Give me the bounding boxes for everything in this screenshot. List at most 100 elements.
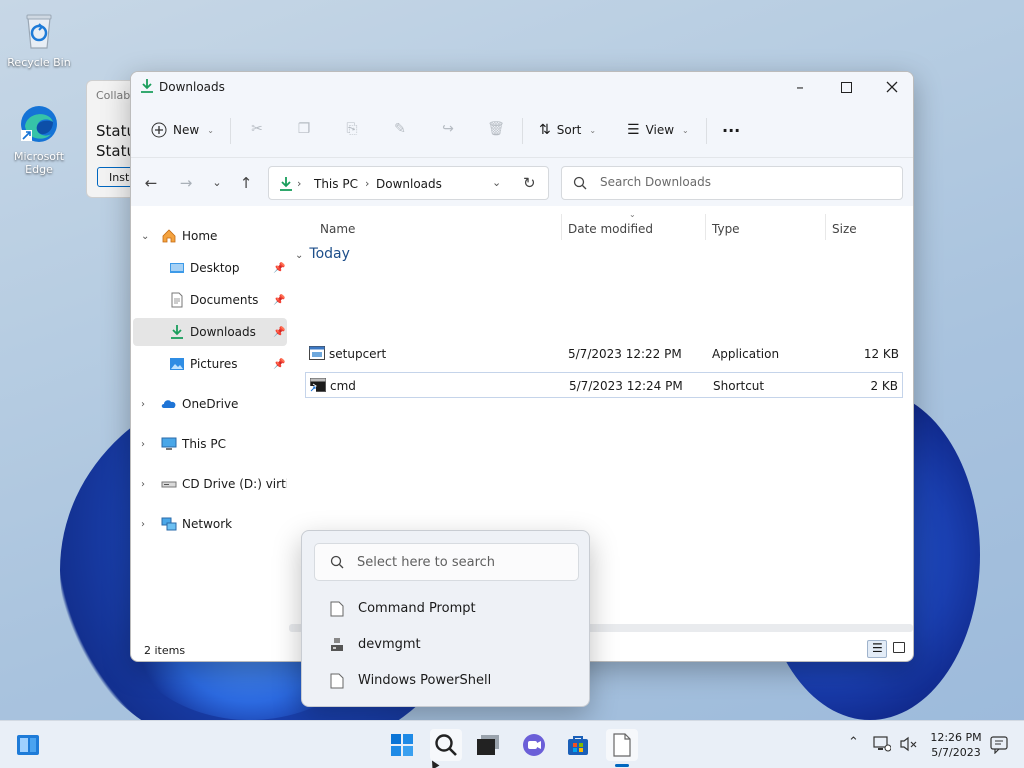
popup-item-powershell[interactable]: Windows PowerShell: [314, 664, 579, 698]
nav-item-home[interactable]: ⌄ Home: [133, 222, 287, 250]
pin-icon[interactable]: 📌: [273, 359, 285, 370]
address-history-chevron[interactable]: ⌄: [492, 176, 501, 189]
search-box[interactable]: [561, 166, 903, 200]
search-taskbar-button[interactable]: [430, 729, 462, 761]
breadcrumb-separator: ›: [297, 177, 302, 190]
file-date: 5/7/2023 12:24 PM: [569, 379, 683, 393]
column-header-name[interactable]: Name: [320, 222, 355, 236]
breadcrumb-this-pc[interactable]: This PC: [314, 177, 358, 191]
chat-button[interactable]: [518, 729, 550, 761]
search-input[interactable]: [600, 175, 890, 189]
back-button[interactable]: ←: [140, 172, 162, 194]
desktop-icon-edge[interactable]: Microsoft Edge: [3, 104, 75, 176]
copy-icon[interactable]: ❐: [295, 121, 313, 139]
nav-item-network[interactable]: › Network: [133, 510, 287, 538]
nav-item-documents[interactable]: Documents 📌: [133, 286, 287, 314]
start-button[interactable]: [386, 729, 418, 761]
popup-search-box[interactable]: [314, 543, 579, 581]
table-row[interactable]: cmd 5/7/2023 12:24 PM Shortcut 2 KB: [305, 372, 903, 398]
share-icon[interactable]: ↪: [439, 121, 457, 139]
column-divider[interactable]: [561, 214, 562, 240]
nav-label: Documents: [190, 293, 259, 307]
maximize-button[interactable]: [823, 72, 869, 102]
pictures-icon: [170, 358, 184, 370]
rename-icon[interactable]: ✎: [391, 121, 409, 139]
volume-tray-icon[interactable]: [900, 736, 918, 756]
popup-search-input[interactable]: [357, 555, 567, 570]
forward-button[interactable]: →: [175, 172, 197, 194]
breadcrumb-downloads[interactable]: Downloads: [376, 177, 442, 191]
column-divider[interactable]: [825, 214, 826, 240]
pin-icon[interactable]: 📌: [273, 327, 285, 338]
delete-icon[interactable]: 🗑: [487, 121, 505, 139]
cd-drive-icon: [161, 481, 177, 488]
background-window-title: Collab: [96, 89, 131, 102]
navigation-pane: ⌄ Home Desktop 📌 Documents 📌 Downloads 📌…: [131, 206, 289, 636]
arrow-up-icon: ↑: [239, 174, 253, 192]
address-bar[interactable]: › This PC › Downloads ⌄ ↻: [268, 166, 549, 200]
windows-logo-icon: [391, 734, 413, 756]
notifications-button[interactable]: [990, 736, 1008, 758]
sort-button[interactable]: ⇅ Sort ⌄: [539, 116, 596, 144]
show-hidden-icons-button[interactable]: ⌃: [848, 735, 859, 750]
column-header-type[interactable]: Type: [712, 222, 740, 236]
sort-indicator-icon: ⌄: [629, 210, 636, 219]
up-button[interactable]: ↑: [235, 172, 257, 194]
new-button[interactable]: New ⌄: [151, 116, 214, 144]
minimize-icon: –: [796, 78, 804, 96]
nav-item-desktop[interactable]: Desktop 📌: [133, 254, 287, 282]
cut-icon[interactable]: ✂: [248, 121, 266, 139]
toolbar-divider: [230, 118, 231, 144]
clock[interactable]: 12:26 PM 5/7/2023: [924, 730, 988, 760]
file-taskbar-button[interactable]: [606, 729, 638, 761]
file-size: 2 KB: [870, 379, 898, 393]
nav-item-this-pc[interactable]: › This PC: [133, 430, 287, 458]
store-button[interactable]: [562, 729, 594, 761]
view-icon: ☰: [627, 122, 640, 138]
more-options-button[interactable]: ···: [722, 116, 740, 144]
minimize-button[interactable]: –: [777, 72, 823, 102]
nav-item-pictures[interactable]: Pictures 📌: [133, 350, 287, 378]
nav-item-onedrive[interactable]: › OneDrive: [133, 390, 287, 418]
popup-item-label: Windows PowerShell: [358, 673, 492, 688]
group-header-today[interactable]: ⌄ Today: [295, 246, 350, 262]
pin-icon[interactable]: 📌: [273, 263, 285, 274]
clock-time: 12:26 PM: [930, 731, 982, 744]
paste-icon[interactable]: ⎘: [343, 121, 361, 139]
computer-icon: [161, 437, 177, 450]
sort-button-label: Sort: [556, 123, 582, 137]
toolbar-divider: [706, 118, 707, 144]
column-header-size[interactable]: Size: [832, 222, 857, 236]
column-header-date[interactable]: Date modified: [568, 222, 653, 236]
desktop-icon-recycle-bin[interactable]: Recycle Bin: [3, 10, 75, 69]
view-button[interactable]: ☰ View ⌄: [627, 116, 689, 144]
task-view-button[interactable]: [472, 729, 504, 761]
nav-item-downloads[interactable]: Downloads 📌: [133, 318, 287, 346]
chevron-right-icon: ›: [141, 398, 145, 410]
file-type: Application: [712, 347, 780, 361]
tiles-view-button[interactable]: [893, 642, 905, 653]
network-tray-icon[interactable]: [873, 736, 892, 756]
details-view-button[interactable]: ☰: [867, 640, 887, 658]
column-divider[interactable]: [705, 214, 706, 240]
table-row[interactable]: setupcert 5/7/2023 12:22 PM Application …: [305, 341, 903, 367]
popup-item-command-prompt[interactable]: Command Prompt: [314, 592, 579, 626]
desktop-folder-icon: [170, 263, 184, 273]
refresh-icon[interactable]: ↻: [523, 174, 536, 192]
nav-item-cd-drive[interactable]: › CD Drive (D:) virtio-win: [133, 470, 287, 498]
chevron-right-icon: ›: [141, 478, 145, 490]
nav-label: Home: [182, 229, 218, 243]
chevron-down-icon: ⌄: [295, 250, 304, 261]
recent-locations-button[interactable]: ⌄: [206, 172, 228, 194]
close-button[interactable]: [869, 72, 913, 102]
popup-item-devmgmt[interactable]: devmgmt: [314, 628, 579, 662]
device-manager-icon: [331, 638, 343, 651]
command-bar: New ⌄ ✂ ❐ ⎘ ✎ ↪ 🗑 ⇅ Sort ⌄ ☰ View ⌄ ···: [131, 102, 913, 158]
task-view-icon: [477, 735, 499, 755]
pin-icon[interactable]: 📌: [273, 295, 285, 306]
widgets-button[interactable]: [12, 729, 44, 761]
title-bar[interactable]: Downloads –: [131, 72, 913, 102]
download-icon: [171, 325, 183, 339]
clock-date: 5/7/2023: [931, 746, 981, 759]
application-icon: [309, 346, 325, 360]
